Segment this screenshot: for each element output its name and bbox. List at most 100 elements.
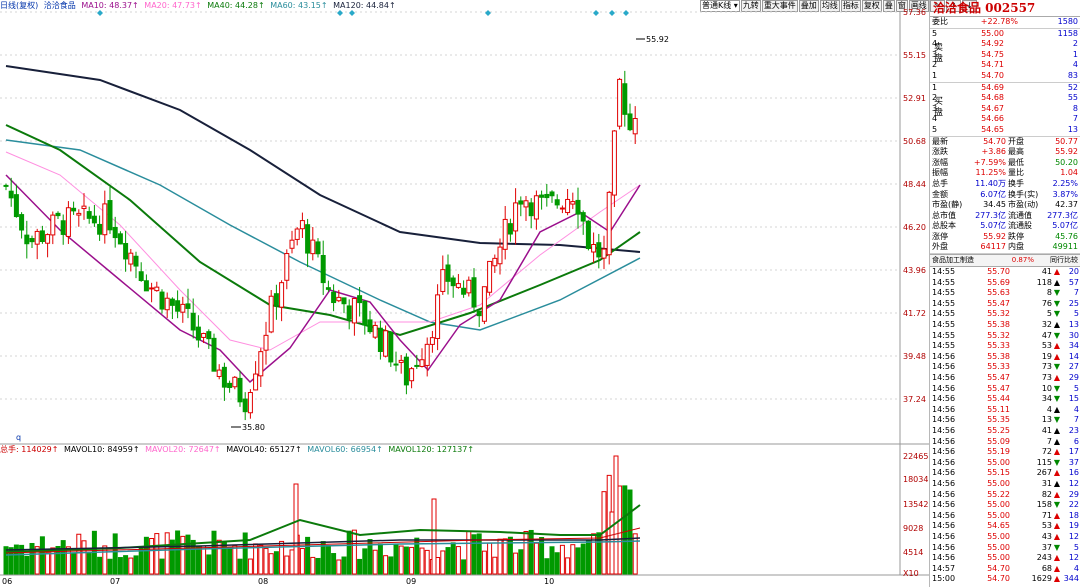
- sell-price: 54.70: [981, 70, 1004, 80]
- tick-direction-icon: ▲: [1053, 373, 1061, 382]
- volume-bar: [247, 558, 253, 575]
- candle-body: [81, 205, 87, 210]
- volume-bar: [419, 547, 425, 575]
- event-marker-icon[interactable]: [593, 10, 599, 16]
- tick-time: 14:56: [932, 351, 956, 361]
- tick-time: 14:55: [932, 298, 956, 308]
- stat-label: 市盈(静): [932, 200, 963, 210]
- candle-body: [471, 277, 477, 308]
- volume-bar: [481, 550, 487, 575]
- tick-direction-icon: ▲: [1053, 425, 1061, 435]
- sector-bar[interactable]: 食品加工制造 0.87% 同行比较: [930, 254, 1080, 268]
- candle-body: [502, 218, 508, 250]
- tick-count: 16: [1068, 468, 1079, 478]
- sector-name[interactable]: 食品加工制造: [930, 255, 1000, 266]
- volume-bar: [497, 538, 503, 575]
- tick-time: 14:55: [932, 288, 956, 298]
- candle-body: [398, 359, 404, 363]
- stat-label: 跌停: [1008, 231, 1024, 241]
- candle-body: [107, 200, 113, 231]
- candle-body: [195, 326, 201, 341]
- event-marker-icon[interactable]: [623, 10, 629, 16]
- tick-price: 55.00: [987, 510, 1010, 520]
- mavol60-value: MAVOL60: 66954↑: [307, 445, 383, 454]
- tick-count: 23: [1068, 425, 1079, 435]
- candle-body: [367, 319, 373, 333]
- stat-value: 64117: [980, 242, 1006, 252]
- tick-time: 14:56: [932, 542, 956, 552]
- date-axis: 06 07 08 09 10: [2, 577, 554, 586]
- candle-body: [341, 297, 347, 305]
- price-tick: 48.44: [903, 180, 926, 189]
- volume-bar: [107, 558, 113, 575]
- tick-volume: 158: [1036, 500, 1052, 510]
- volume-bar: [533, 542, 539, 575]
- event-marker-icon[interactable]: [97, 10, 103, 16]
- tick-direction-icon: ▼: [1053, 415, 1061, 425]
- volume-bar: [253, 543, 259, 575]
- volume-bar: [284, 555, 290, 575]
- candle-body: [513, 202, 519, 232]
- tick-count: 4: [1073, 404, 1079, 414]
- stat-label: 内盘: [1008, 242, 1024, 252]
- stat-value: 5.07亿: [980, 221, 1006, 231]
- event-marker-icon[interactable]: [609, 10, 615, 16]
- tick-count: 12: [1068, 478, 1079, 488]
- volume-bar: [518, 549, 524, 575]
- tick-volume: 5: [1046, 309, 1052, 319]
- tick-count: 5: [1073, 309, 1079, 319]
- volume-bar: [523, 531, 529, 575]
- tick-time: 14:55: [932, 277, 956, 287]
- candle-body: [518, 200, 524, 205]
- event-marker-icon[interactable]: [349, 10, 355, 16]
- candle-body: [232, 376, 238, 388]
- tick-list[interactable]: 14:55 55.70 41 ▲ 20 14:55 55.69 118 ▲ 57 14:55 55.6…: [930, 267, 1080, 585]
- buy-price: 54.67: [981, 103, 1004, 113]
- tick-time: 14:56: [932, 489, 956, 499]
- tick-price: 55.63: [987, 288, 1010, 298]
- tick-count: 19: [1068, 521, 1079, 531]
- tick-price: 55.00: [987, 542, 1010, 552]
- tick-time: 15:00: [932, 574, 956, 584]
- tick-volume: 82: [1041, 489, 1052, 499]
- candle-body: [138, 271, 144, 282]
- stat-label: 涨停: [932, 231, 948, 241]
- peer-compare-button[interactable]: 同行比较: [1034, 255, 1080, 266]
- tick-time: 14:56: [932, 531, 956, 541]
- tick-volume: 68: [1041, 563, 1052, 573]
- tick-volume: 53: [1041, 521, 1052, 531]
- candle-body: [227, 382, 233, 389]
- kline-chart-area[interactable]: 日线(复权) 洽洽食品 MA10: 48.37↑ MA20: 47.73↑ MA…: [0, 0, 977, 587]
- stat-label: 量比: [1008, 168, 1024, 178]
- tick-time: 14:57: [932, 563, 956, 573]
- candle-body: [575, 199, 581, 215]
- volume-bar: [455, 546, 461, 575]
- candle-body: [554, 199, 560, 206]
- candle-body: [13, 194, 19, 218]
- candle-body: [580, 212, 586, 222]
- candle-body: [133, 255, 139, 267]
- stat-value: 277.3亿: [975, 210, 1006, 220]
- volume-bar: [570, 544, 576, 575]
- weibi-value: +22.78%: [980, 17, 1018, 26]
- candle-body: [175, 300, 181, 312]
- kline-svg[interactable]: 57.36 55.15 52.91 50.68 48.44 46.20 43.9…: [0, 0, 929, 587]
- tick-direction-icon: ▲: [1053, 531, 1061, 541]
- price-tick: 55.15: [903, 51, 926, 60]
- tick-time: 14:56: [932, 521, 956, 531]
- volume-bar: [138, 547, 144, 575]
- tick-count: 57: [1068, 277, 1079, 287]
- stat-value: 11.25%: [975, 168, 1006, 178]
- tick-price: 55.38: [987, 351, 1010, 361]
- candle-body: [622, 83, 628, 115]
- sell-side-label: 卖盘: [934, 42, 944, 64]
- stat-value: 54.70: [983, 136, 1006, 146]
- candle-body: [143, 280, 149, 292]
- tick-count: 18: [1068, 510, 1079, 520]
- event-marker-icon[interactable]: [337, 10, 343, 16]
- price-tick: 57.36: [903, 8, 926, 17]
- tick-time: 14:55: [932, 267, 956, 277]
- volume-bar: [232, 544, 238, 575]
- candle-body: [481, 286, 487, 322]
- event-marker-icon[interactable]: [485, 10, 491, 16]
